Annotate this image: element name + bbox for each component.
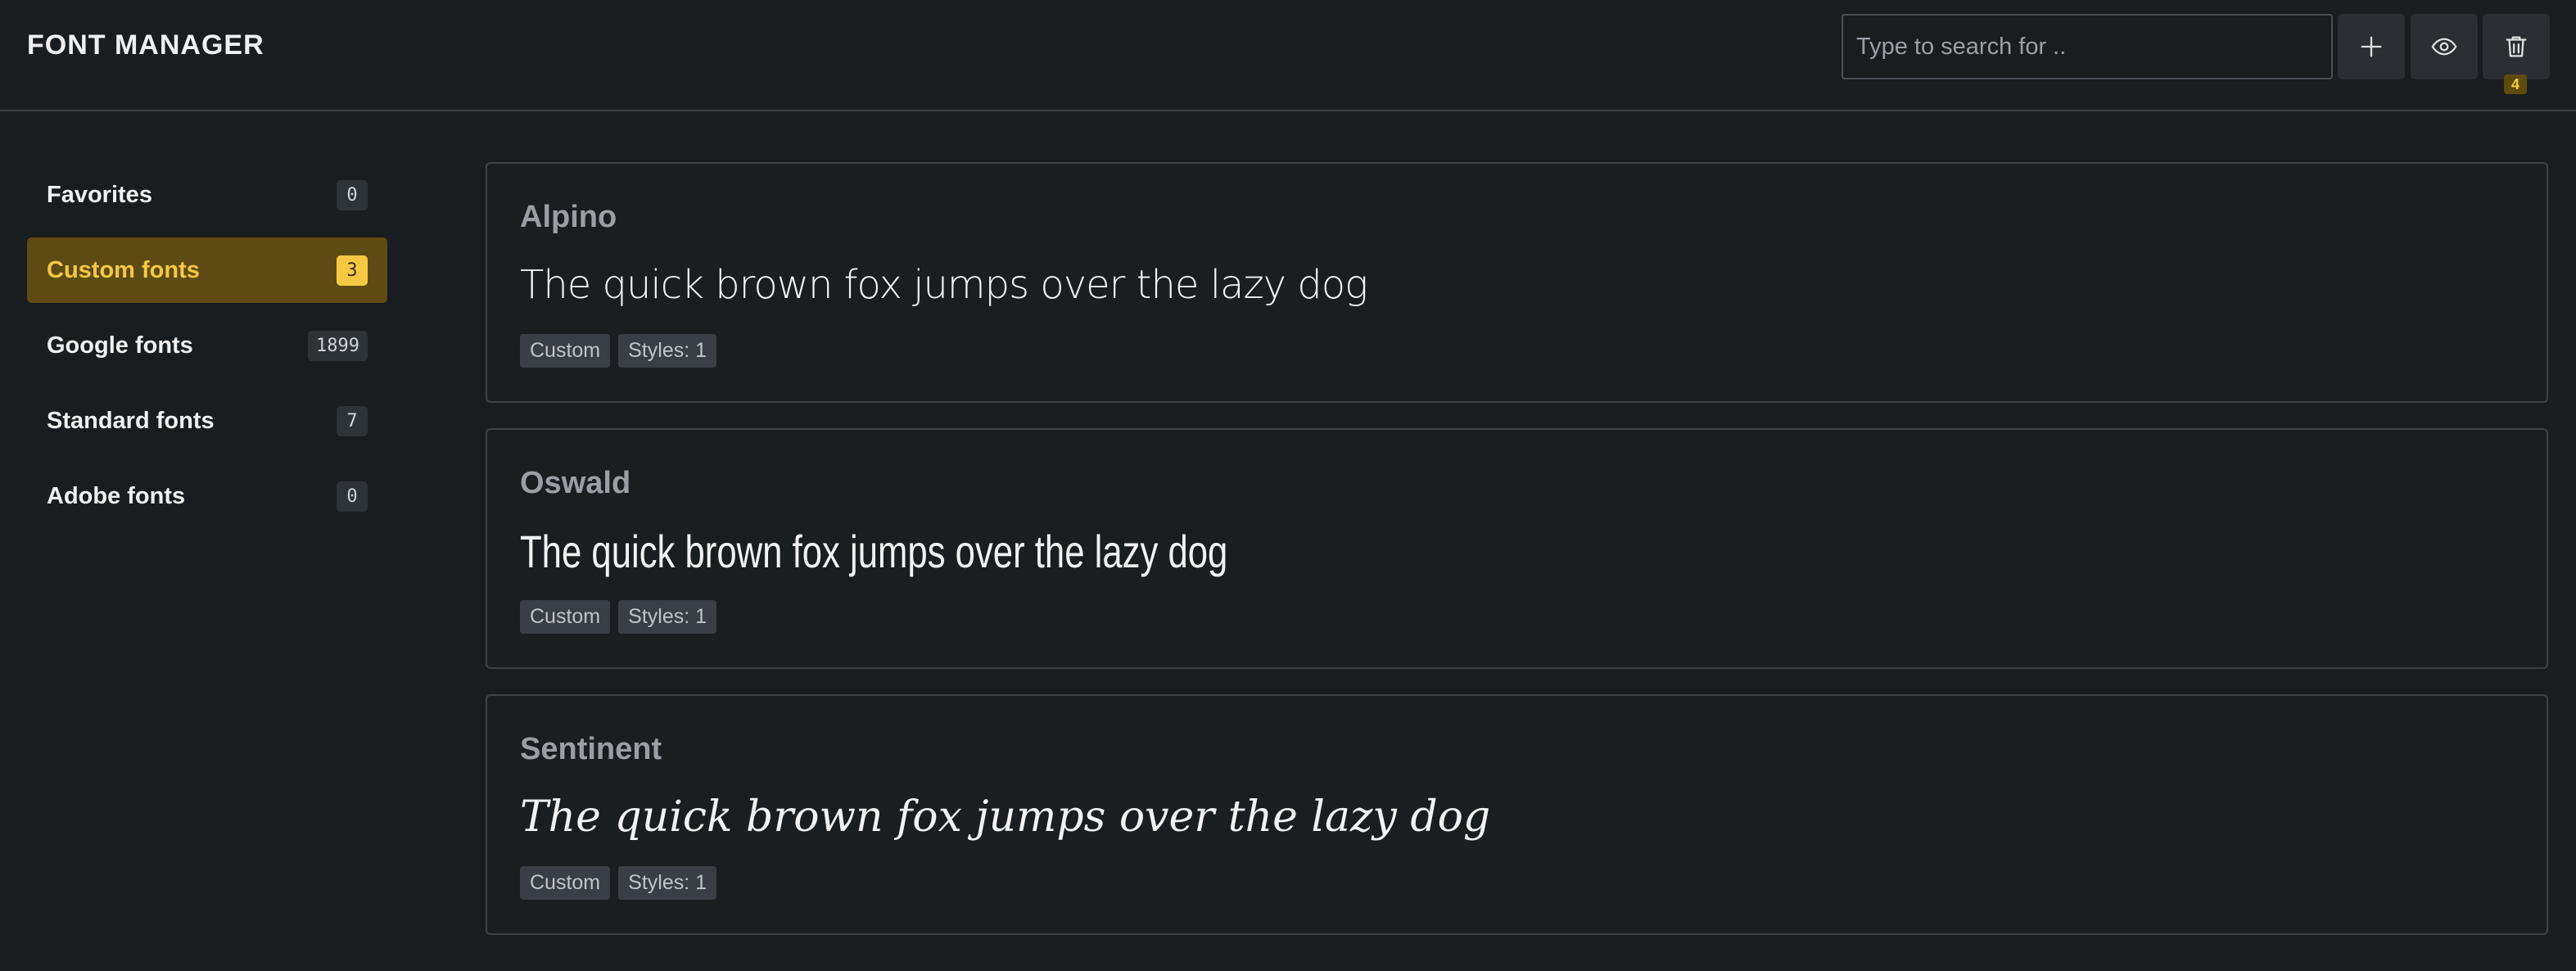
sidebar-item-label: Favorites xyxy=(47,181,152,208)
header: FONT MANAGER 4 xyxy=(0,0,2576,111)
font-type-tag: Custom xyxy=(520,334,611,368)
preview-button[interactable] xyxy=(2411,14,2478,79)
add-font-button[interactable] xyxy=(2338,14,2405,79)
font-preview: The quick brown fox jumps over the lazy … xyxy=(520,526,1228,577)
font-card[interactable]: Sentinent The quick brown fox jumps over… xyxy=(486,694,2548,935)
font-list: Alpino The quick brown fox jumps over th… xyxy=(486,162,2548,960)
font-styles-tag: Styles: 1 xyxy=(618,600,717,634)
search-input[interactable] xyxy=(1842,14,2333,79)
font-name: Oswald xyxy=(520,466,631,500)
font-name: Alpino xyxy=(520,200,617,234)
sidebar-item-adobe-fonts[interactable]: Adobe fonts 0 xyxy=(27,463,387,529)
sidebar-item-favorites[interactable]: Favorites 0 xyxy=(27,162,387,228)
eye-icon xyxy=(2431,38,2457,56)
sidebar-item-google-fonts[interactable]: Google fonts 1899 xyxy=(27,313,387,378)
sidebar-item-label: Adobe fonts xyxy=(47,482,186,509)
trash-count-badge: 4 xyxy=(2504,75,2527,94)
font-tags: Custom Styles: 1 xyxy=(520,334,717,368)
sidebar-item-label: Standard fonts xyxy=(47,407,215,434)
plus-icon xyxy=(2361,36,2382,57)
sidebar-item-custom-fonts[interactable]: Custom fonts 3 xyxy=(27,237,387,303)
font-preview: The quick brown fox jumps over the lazy … xyxy=(520,793,1491,842)
trash-button[interactable] xyxy=(2483,14,2550,79)
font-styles-tag: Styles: 1 xyxy=(618,334,717,368)
font-styles-tag: Styles: 1 xyxy=(618,866,717,900)
font-tags: Custom Styles: 1 xyxy=(520,866,717,900)
sidebar-item-standard-fonts[interactable]: Standard fonts 7 xyxy=(27,388,387,454)
font-type-tag: Custom xyxy=(520,600,611,634)
trash-icon xyxy=(2506,36,2527,57)
sidebar-item-count: 1899 xyxy=(308,330,368,361)
sidebar: Favorites 0 Custom fonts 3 Google fonts … xyxy=(27,162,387,539)
font-card[interactable]: Alpino The quick brown fox jumps over th… xyxy=(486,162,2548,403)
font-type-tag: Custom xyxy=(520,866,611,900)
sidebar-item-count: 0 xyxy=(337,481,368,512)
sidebar-item-count: 3 xyxy=(337,255,368,286)
sidebar-item-label: Google fonts xyxy=(47,332,193,359)
app-title: FONT MANAGER xyxy=(27,29,264,61)
font-tags: Custom Styles: 1 xyxy=(520,600,717,634)
font-card[interactable]: Oswald The quick brown fox jumps over th… xyxy=(486,428,2548,669)
font-preview: The quick brown fox jumps over the lazy … xyxy=(520,262,1368,308)
font-name: Sentinent xyxy=(520,732,662,766)
sidebar-item-count: 7 xyxy=(337,405,368,436)
sidebar-item-label: Custom fonts xyxy=(47,256,200,283)
sidebar-item-count: 0 xyxy=(337,179,368,210)
